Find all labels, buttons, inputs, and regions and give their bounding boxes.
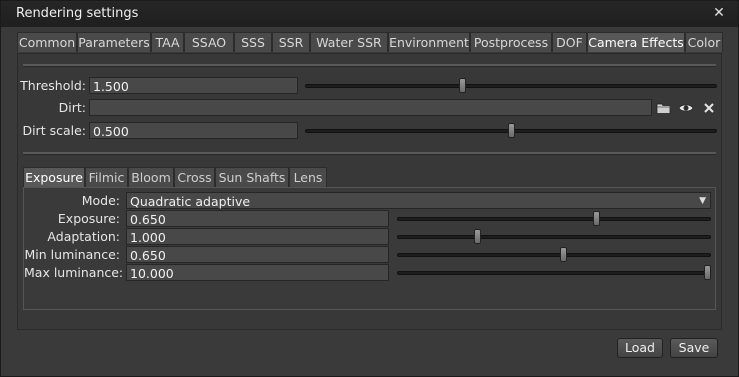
min-luminance-label: Min luminance: bbox=[24, 247, 120, 262]
camera-effects-panel: Threshold: 1.500 Dirt: Dirt scale: 0.500… bbox=[17, 53, 722, 330]
adaptation-slider-track[interactable] bbox=[397, 235, 711, 239]
dirt-input[interactable] bbox=[89, 99, 652, 116]
folder-icon[interactable] bbox=[656, 100, 672, 116]
save-button[interactable]: Save bbox=[670, 338, 718, 358]
exposure-panel: Mode: Quadratic adaptive ▼ Exposure: 0.6… bbox=[23, 187, 716, 310]
threshold-label: Threshold: bbox=[20, 78, 86, 93]
subtab-lens[interactable]: Lens bbox=[289, 167, 327, 187]
tab-common[interactable]: Common bbox=[17, 32, 77, 52]
chevron-down-icon: ▼ bbox=[699, 196, 706, 206]
rendering-settings-window: Rendering settings ✕ Common Parameters T… bbox=[0, 0, 739, 377]
tab-environment[interactable]: Environment bbox=[388, 32, 470, 52]
tab-sss[interactable]: SSS bbox=[234, 32, 272, 52]
close-icon[interactable]: ✕ bbox=[711, 5, 727, 21]
tab-ssao[interactable]: SSAO bbox=[184, 32, 234, 52]
eye-icon[interactable] bbox=[678, 100, 694, 116]
max-luminance-slider-handle[interactable] bbox=[704, 265, 711, 280]
exposure-input[interactable]: 0.650 bbox=[126, 210, 389, 227]
threshold-input[interactable]: 1.500 bbox=[89, 77, 298, 94]
top-separator bbox=[23, 64, 716, 67]
subtab-bloom[interactable]: Bloom bbox=[128, 167, 174, 187]
mode-select[interactable]: Quadratic adaptive ▼ bbox=[126, 192, 711, 209]
max-luminance-slider-track[interactable] bbox=[397, 271, 711, 275]
adaptation-input[interactable]: 1.000 bbox=[126, 228, 389, 245]
tab-dof[interactable]: DOF bbox=[552, 32, 587, 52]
adaptation-slider-handle[interactable] bbox=[473, 229, 481, 244]
max-luminance-label: Max luminance: bbox=[24, 265, 124, 280]
subtab-sun-shafts[interactable]: Sun Shafts bbox=[215, 167, 289, 187]
middle-separator bbox=[23, 152, 716, 155]
tab-water-ssr[interactable]: Water SSR bbox=[310, 32, 388, 52]
min-luminance-slider-track[interactable] bbox=[397, 253, 711, 257]
window-title: Rendering settings bbox=[16, 6, 139, 21]
exposure-label: Exposure: bbox=[57, 211, 120, 226]
load-button[interactable]: Load bbox=[617, 338, 663, 358]
exposure-slider-track[interactable] bbox=[397, 217, 711, 221]
tab-postprocess[interactable]: Postprocess bbox=[470, 32, 552, 52]
dirt-scale-input[interactable]: 0.500 bbox=[89, 122, 298, 139]
tab-taa[interactable]: TAA bbox=[151, 32, 184, 52]
title-bar[interactable]: Rendering settings ✕ bbox=[1, 1, 738, 27]
subtab-cross[interactable]: Cross bbox=[174, 167, 215, 187]
tab-camera-effects[interactable]: Camera Effects bbox=[587, 32, 685, 52]
dirt-label: Dirt: bbox=[58, 100, 86, 115]
clear-icon[interactable] bbox=[701, 100, 717, 116]
threshold-slider-track[interactable] bbox=[305, 84, 717, 88]
tab-color[interactable]: Color bbox=[685, 32, 723, 52]
max-luminance-input[interactable]: 10.000 bbox=[126, 264, 389, 281]
mode-label: Mode: bbox=[81, 193, 120, 208]
tab-ssr[interactable]: SSR bbox=[272, 32, 310, 52]
subtab-exposure[interactable]: Exposure bbox=[23, 167, 85, 187]
dirt-scale-label: Dirt scale: bbox=[22, 123, 86, 138]
mode-select-value: Quadratic adaptive bbox=[130, 194, 251, 209]
min-luminance-input[interactable]: 0.650 bbox=[126, 246, 389, 263]
subtab-filmic[interactable]: Filmic bbox=[85, 167, 128, 187]
threshold-slider-handle[interactable] bbox=[458, 78, 466, 93]
min-luminance-slider-handle[interactable] bbox=[559, 247, 567, 262]
dirt-scale-slider-handle[interactable] bbox=[507, 123, 515, 138]
tab-parameters[interactable]: Parameters bbox=[77, 32, 151, 52]
exposure-slider-handle[interactable] bbox=[593, 211, 601, 226]
adaptation-label: Adaptation: bbox=[47, 229, 120, 244]
